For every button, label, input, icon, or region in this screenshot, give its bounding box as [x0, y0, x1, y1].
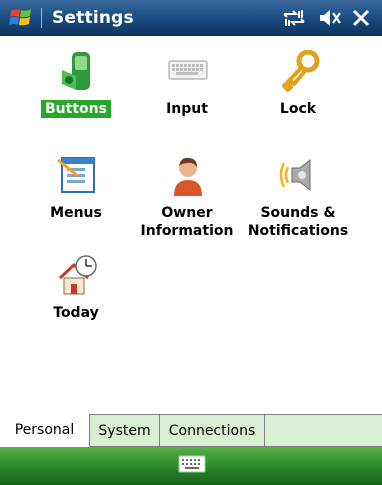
softkey-bar [0, 447, 382, 485]
menus-icon [57, 157, 95, 193]
page-title: Settings [52, 8, 134, 28]
settings-item-label: Sounds & [260, 205, 336, 221]
owner-icon [174, 157, 202, 196]
speaker-icon [279, 158, 311, 192]
settings-item-label: Input [166, 101, 208, 117]
close-icon[interactable] [352, 9, 370, 27]
tab-personal[interactable]: Personal [0, 414, 90, 447]
key-icon [282, 50, 320, 92]
connectivity-icon[interactable] [282, 9, 306, 27]
tab-connections[interactable]: Connections [160, 414, 265, 447]
settings-item-label: Today [53, 305, 99, 321]
volume-muted-icon[interactable] [318, 9, 342, 27]
today-icon [58, 255, 97, 295]
tab-bar-filler [265, 414, 382, 447]
keyboard-toggle-icon[interactable] [178, 455, 206, 473]
settings-item-label: Menus [50, 205, 102, 221]
tab-divider [265, 414, 382, 415]
settings-item-label: Buttons [41, 100, 111, 118]
buttons-icon [62, 52, 90, 90]
tab-system[interactable]: System [90, 414, 160, 447]
settings-item-label: Owner [161, 205, 213, 221]
windows-start-icon[interactable] [8, 5, 34, 31]
settings-item-label-line2: Information [140, 223, 234, 239]
settings-item-label-line2: Notifications [247, 223, 349, 239]
title-separator [41, 8, 42, 28]
settings-item-label: Lock [279, 101, 317, 117]
title-bar: Settings [0, 0, 382, 36]
keyboard-icon [168, 60, 208, 80]
